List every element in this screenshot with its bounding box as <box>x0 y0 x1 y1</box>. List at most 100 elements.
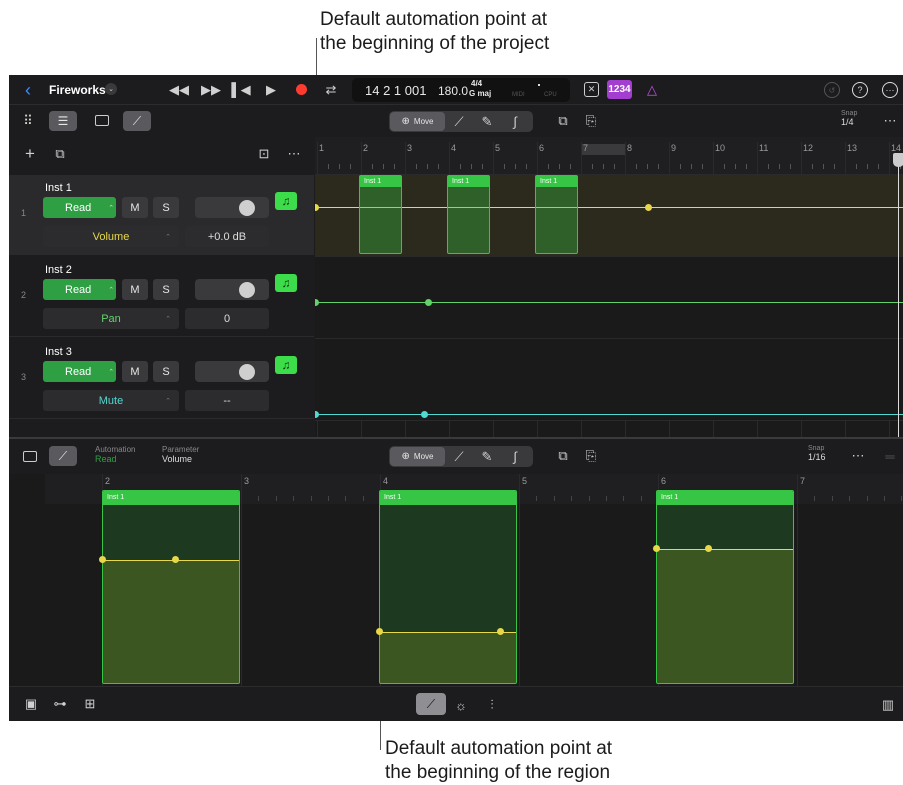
copy-icon[interactable]: ⧉ <box>554 112 572 130</box>
library-icon[interactable]: ▣ <box>23 696 39 712</box>
history-icon[interactable]: ↺ <box>824 82 840 98</box>
editor-automation-line[interactable] <box>657 549 793 550</box>
toolbar-more-icon[interactable]: ⋯ <box>882 113 898 129</box>
music-note-icon[interactable]: ♫ <box>275 192 297 210</box>
editor-snap-control[interactable]: Snap 1/16 <box>808 445 838 467</box>
editor-midi-region[interactable]: Inst 1 <box>379 490 517 684</box>
editor-copy-icon[interactable]: ⧉ <box>554 447 572 465</box>
tuner-icon[interactable]: △ <box>643 81 661 99</box>
automation-value[interactable]: +0.0 dB <box>185 226 269 247</box>
automation-parameter-selector[interactable]: Pan ⌃ <box>43 308 179 329</box>
automation-mode-button[interactable]: Read ⌃ <box>43 197 116 218</box>
track-header[interactable]: 3 Inst 3 Read ⌃ M S ♫ Mute ⌃ -- <box>9 339 314 419</box>
metronome-toggle-icon[interactable]: ✕ <box>584 82 599 97</box>
editor-resize-handle-icon[interactable]: ═ <box>881 448 899 464</box>
parameter-control[interactable]: Parameter Volume <box>162 445 199 464</box>
editor-automation-point[interactable] <box>497 628 504 635</box>
mute-button[interactable]: M <box>122 279 148 300</box>
editor-midi-region[interactable]: Inst 1 <box>656 490 794 684</box>
project-menu-chevron-icon[interactable]: ⌄ <box>105 83 117 95</box>
midi-region[interactable]: Inst 1 <box>359 175 402 254</box>
region-view-button[interactable] <box>95 115 109 126</box>
playhead[interactable] <box>898 153 899 437</box>
editor-pencil-mode-button[interactable]: ⟋ <box>416 693 446 715</box>
automation-mode-button[interactable]: Read ⌃ <box>43 279 116 300</box>
brush-tool-icon[interactable]: ✎ <box>477 113 497 130</box>
track-lane[interactable] <box>315 175 903 257</box>
track-header[interactable]: 1 Inst 1 Read ⌃ M S ♫ Volume ⌃ +0.0 dB <box>9 175 314 255</box>
project-name[interactable]: Fireworks <box>49 83 106 97</box>
editor-automation-point[interactable] <box>653 545 660 552</box>
editor-region-view-button[interactable] <box>23 451 37 462</box>
track-lane[interactable] <box>315 339 903 421</box>
track-name[interactable]: Inst 3 <box>45 346 72 358</box>
editor-automation-point[interactable] <box>172 556 179 563</box>
move-tool-button[interactable]: ⊕ Move <box>390 112 445 131</box>
editor-brush-tool-icon[interactable]: ✎ <box>477 448 497 465</box>
editor-midi-region[interactable]: Inst 1 <box>102 490 240 684</box>
playhead-handle[interactable] <box>893 153 903 167</box>
automation-mode-control[interactable]: Automation Read <box>95 445 135 464</box>
timeline-ruler[interactable] <box>315 137 903 175</box>
fast-forward-icon[interactable]: ▶▶ <box>199 81 223 99</box>
solo-button[interactable]: S <box>153 279 179 300</box>
volume-slider[interactable] <box>195 197 269 218</box>
solo-button[interactable]: S <box>153 197 179 218</box>
editor-pencil-tool-icon[interactable]: ⟋ <box>449 448 469 465</box>
editor-move-tool-button[interactable]: ⊕ Move <box>390 447 445 466</box>
automation-view-button[interactable]: ⟋ <box>123 111 151 131</box>
smart-controls-icon[interactable]: ⊶ <box>52 696 68 712</box>
lcd-display[interactable]: 14 2 1 001 180.0 4/4 G maj MIDI CPU <box>352 78 570 102</box>
browser-grid-icon[interactable]: ⠿ <box>19 113 37 129</box>
track-name[interactable]: Inst 2 <box>45 264 72 276</box>
editor-automation-point[interactable] <box>705 545 712 552</box>
paste-icon[interactable]: ⎘ <box>582 112 600 130</box>
play-icon[interactable]: ▶ <box>261 81 281 99</box>
editor-more-icon[interactable]: ⋯ <box>850 448 866 464</box>
editor-automation-point[interactable] <box>376 628 383 635</box>
help-icon[interactable]: ? <box>852 82 868 98</box>
automation-parameter-selector[interactable]: Volume ⌃ <box>43 226 179 247</box>
more-options-icon[interactable]: ⋯ <box>882 82 898 98</box>
snap-control[interactable]: Snap 1/4 <box>841 110 871 132</box>
go-to-beginning-icon[interactable]: ▌◀ <box>231 81 251 99</box>
automation-point[interactable] <box>421 411 428 418</box>
automation-line[interactable] <box>315 207 903 208</box>
solo-button[interactable]: S <box>153 361 179 382</box>
track-list-more-icon[interactable]: ⋯ <box>285 145 303 163</box>
music-note-icon[interactable]: ♫ <box>275 356 297 374</box>
automation-point[interactable] <box>645 204 652 211</box>
music-note-icon[interactable]: ♫ <box>275 274 297 292</box>
duplicate-track-icon[interactable]: ⧉ <box>51 145 69 163</box>
midi-region[interactable]: Inst 1 <box>535 175 578 254</box>
rewind-icon[interactable]: ◀◀ <box>167 81 191 99</box>
automation-value[interactable]: -- <box>185 390 269 411</box>
cycle-icon[interactable]: ⇄ <box>321 81 341 99</box>
automation-point[interactable] <box>425 299 432 306</box>
add-track-icon[interactable]: + <box>21 144 39 163</box>
inspector-icon[interactable]: ⊞ <box>82 696 98 712</box>
track-lane[interactable] <box>315 257 903 339</box>
automation-value[interactable]: 0 <box>185 308 269 329</box>
automation-mode-button[interactable]: Read ⌃ <box>43 361 116 382</box>
automation-parameter-selector[interactable]: Mute ⌃ <box>43 390 179 411</box>
record-icon[interactable] <box>296 84 307 95</box>
tracks-view-button[interactable]: ☰ <box>49 111 77 131</box>
live-loops-icon[interactable]: ☼ <box>452 696 470 714</box>
volume-slider[interactable] <box>195 361 269 382</box>
curve-tool-icon[interactable]: ∫ <box>505 113 525 130</box>
count-in-button[interactable]: 1234 <box>607 80 632 99</box>
editor-paste-icon[interactable]: ⎘ <box>582 447 600 465</box>
pencil-tool-icon[interactable]: ⟋ <box>449 113 469 130</box>
editor-automation-view-button[interactable]: ⟋ <box>49 446 77 466</box>
editor-curve-tool-icon[interactable]: ∫ <box>505 448 525 465</box>
import-icon[interactable]: ⊡ <box>255 145 273 163</box>
automation-line[interactable] <box>315 414 903 415</box>
track-header[interactable]: 2 Inst 2 Read ⌃ M S ♫ Pan ⌃ 0 <box>9 257 314 337</box>
keyboard-icon[interactable]: ▥ <box>879 696 897 714</box>
automation-line[interactable] <box>315 302 903 303</box>
midi-region[interactable]: Inst 1 <box>447 175 490 254</box>
volume-slider[interactable] <box>195 279 269 300</box>
track-name[interactable]: Inst 1 <box>45 182 72 194</box>
mute-button[interactable]: M <box>122 361 148 382</box>
